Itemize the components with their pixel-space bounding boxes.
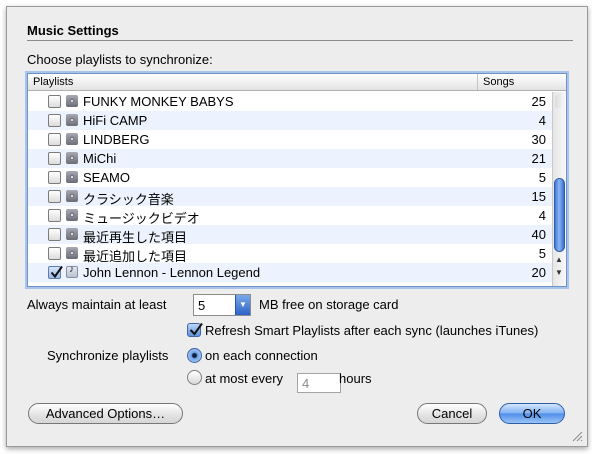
vertical-scrollbar[interactable]: ▲ ▼ — [552, 92, 566, 286]
playlist-song-count: 4 — [538, 113, 546, 128]
section-title: Music Settings — [27, 23, 119, 38]
playlist-checkbox[interactable] — [48, 247, 61, 260]
table-header: Playlists Songs — [28, 74, 566, 91]
hours-label: hours — [339, 371, 372, 386]
playlist-song-count: 25 — [531, 94, 546, 109]
music-settings-dialog: Music Settings Choose playlists to synch… — [6, 6, 588, 447]
playlist-checkbox[interactable] — [48, 209, 61, 222]
resize-grip-icon[interactable] — [572, 431, 583, 442]
checkmark-icon — [189, 322, 203, 336]
checkmark-icon — [50, 265, 63, 279]
smart-playlist-icon — [66, 228, 78, 240]
table-row[interactable]: ミュージックビデオ 4 — [28, 206, 552, 226]
playlist-name: HiFi CAMP — [83, 113, 148, 128]
playlist-checkbox[interactable] — [48, 228, 61, 241]
scroll-down-arrow-icon[interactable]: ▼ — [555, 268, 563, 278]
playlist-checkbox[interactable] — [48, 152, 61, 165]
playlist-checkbox[interactable] — [48, 95, 61, 108]
smart-playlist-icon — [66, 190, 78, 202]
refresh-smart-playlists-checkbox[interactable] — [187, 322, 203, 337]
smart-playlist-icon — [66, 209, 78, 221]
playlist-song-count: 40 — [531, 227, 546, 242]
playlist-song-count: 30 — [531, 132, 546, 147]
smart-playlist-icon — [66, 247, 78, 259]
synchronize-playlists-label: Synchronize playlists — [47, 348, 169, 363]
sync-each-connection-radio[interactable] — [187, 348, 202, 363]
sync-each-connection-label[interactable]: on each connection — [205, 348, 318, 363]
table-row[interactable]: ♪ John Lennon - Lennon Legend 20 — [28, 263, 552, 282]
table-row[interactable]: LINDBERG 30 — [28, 130, 552, 149]
table-row[interactable]: MiChi 21 — [28, 149, 552, 168]
table-row[interactable]: 最近再生した項目 40 — [28, 225, 552, 245]
playlist-checkbox[interactable] — [48, 171, 61, 184]
smart-playlist-icon — [66, 133, 78, 145]
table-body: FUNKY MONKEY BABYS 25 HiFi CAMP 4 LINDBE… — [28, 92, 552, 286]
section-divider — [27, 40, 573, 41]
table-row[interactable]: SEAMO 5 — [28, 168, 552, 187]
playlists-table: Playlists Songs FUNKY MONKEY BABYS 25 Hi… — [27, 73, 567, 287]
hours-input-value: 4 — [302, 376, 310, 391]
scrollbar-thumb[interactable] — [554, 178, 565, 252]
playlist-song-count: 20 — [531, 265, 546, 280]
playlist-name: SEAMO — [83, 170, 130, 185]
free-space-value: 5 — [198, 298, 206, 313]
hours-input[interactable]: 4 — [297, 373, 341, 393]
sync-at-most-every-label[interactable]: at most every — [205, 371, 283, 386]
playlist-name: FUNKY MONKEY BABYS — [83, 94, 234, 109]
smart-playlist-icon — [66, 95, 78, 107]
table-row[interactable]: FUNKY MONKEY BABYS 25 — [28, 92, 552, 111]
playlist-checkbox[interactable] — [48, 190, 61, 203]
playlist-name: LINDBERG — [83, 132, 150, 147]
mb-free-label: MB free on storage card — [259, 297, 399, 312]
playlist-checkbox[interactable] — [48, 114, 61, 127]
table-row[interactable]: HiFi CAMP 4 — [28, 111, 552, 130]
column-header-songs[interactable]: Songs — [483, 76, 514, 88]
cancel-button[interactable]: Cancel — [417, 403, 487, 424]
playlist-song-count: 4 — [538, 208, 546, 223]
table-row[interactable]: クラシック音楽 15 — [28, 187, 552, 207]
playlist-name: MiChi — [83, 151, 117, 166]
music-playlist-icon: ♪ — [66, 264, 78, 278]
refresh-smart-playlists-label[interactable]: Refresh Smart Playlists after each sync … — [205, 323, 538, 338]
smart-playlist-icon — [66, 171, 78, 183]
scroll-up-arrow-icon[interactable]: ▲ — [555, 255, 563, 265]
ok-button[interactable]: OK — [499, 403, 565, 424]
free-space-popup[interactable]: 5 ▼ — [193, 294, 251, 316]
choose-playlists-label: Choose playlists to synchronize: — [27, 52, 213, 67]
scrollbar-track-cap — [555, 94, 564, 108]
chevron-down-icon: ▼ — [239, 300, 247, 309]
smart-playlist-icon — [66, 152, 78, 164]
table-row[interactable]: 最近追加した項目 5 — [28, 244, 552, 264]
column-header-playlists[interactable]: Playlists — [33, 76, 73, 88]
playlist-name: John Lennon - Lennon Legend — [83, 265, 261, 280]
advanced-options-button[interactable]: Advanced Options… — [28, 403, 183, 424]
sync-at-most-every-radio[interactable] — [187, 370, 202, 385]
playlist-song-count: 15 — [531, 189, 546, 204]
column-divider — [477, 74, 478, 90]
playlist-song-count: 21 — [531, 151, 546, 166]
popup-button[interactable]: ▼ — [235, 295, 250, 315]
smart-playlist-icon — [66, 114, 78, 126]
playlist-song-count: 5 — [538, 170, 546, 185]
playlist-checkbox[interactable] — [48, 133, 61, 146]
playlist-checkbox-checked[interactable] — [48, 265, 63, 279]
maintain-label: Always maintain at least — [27, 297, 167, 312]
playlist-song-count: 5 — [538, 246, 546, 261]
